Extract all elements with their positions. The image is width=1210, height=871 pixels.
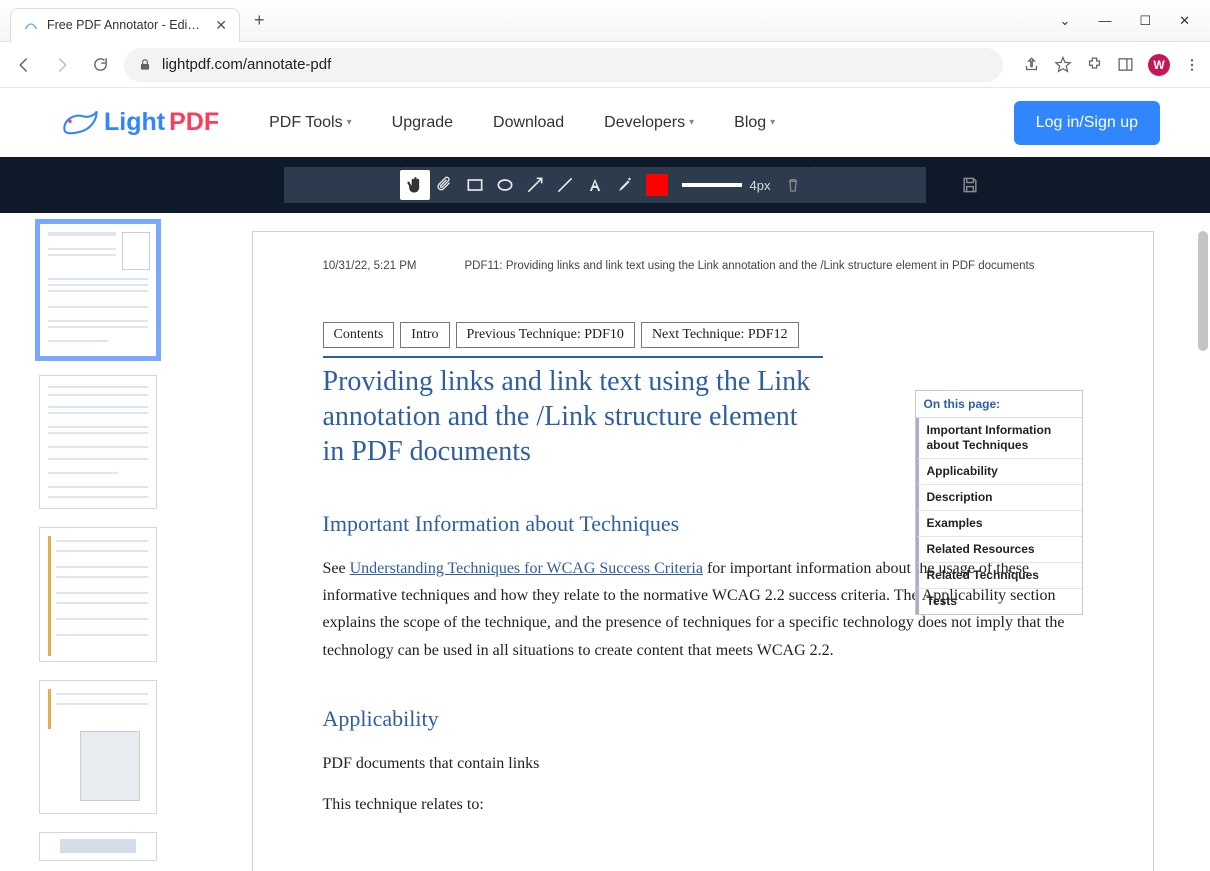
- nav-upgrade[interactable]: Upgrade: [392, 114, 453, 132]
- url-text: lightpdf.com/annotate-pdf: [162, 56, 331, 73]
- kebab-menu-icon[interactable]: [1184, 57, 1200, 73]
- page-timestamp: 10/31/22, 5:21 PM: [323, 260, 417, 272]
- table-of-contents: On this page: Important Information abou…: [915, 390, 1083, 615]
- color-picker[interactable]: [646, 174, 668, 196]
- save-button[interactable]: [960, 175, 980, 195]
- logo-text-pdf: PDF: [169, 108, 219, 137]
- nav-pdf-tools[interactable]: PDF Tools▾: [269, 114, 352, 132]
- paragraph: This technique relates to:: [323, 791, 1083, 818]
- nav-download[interactable]: Download: [493, 114, 564, 132]
- thumbnail-pane[interactable]: [0, 213, 195, 871]
- lock-icon: [138, 58, 152, 72]
- site-nav: PDF Tools▾ Upgrade Download Developers▾ …: [269, 114, 775, 132]
- ellipse-tool[interactable]: [490, 170, 520, 200]
- pdf-favicon: [23, 17, 39, 33]
- window-controls: ⌄ — ☐ ✕: [1060, 13, 1210, 29]
- paragraph: PDF documents that contain links: [323, 750, 1083, 777]
- address-bar[interactable]: lightpdf.com/annotate-pdf: [124, 48, 1003, 82]
- text-tool[interactable]: [580, 170, 610, 200]
- toc-item[interactable]: Examples: [916, 511, 1082, 537]
- browser-tab[interactable]: Free PDF Annotator - Edit, Con ✕: [10, 8, 240, 42]
- toc-item[interactable]: Related Resources: [916, 537, 1082, 563]
- new-tab-button[interactable]: +: [254, 10, 265, 31]
- rectangle-tool[interactable]: [460, 170, 490, 200]
- toc-item[interactable]: Important Information about Techniques: [916, 418, 1082, 459]
- doc-nav-contents[interactable]: Contents: [323, 322, 395, 348]
- line-tool[interactable]: [550, 170, 580, 200]
- doc-nav: Contents Intro Previous Technique: PDF10…: [323, 322, 1083, 348]
- share-icon[interactable]: [1023, 56, 1040, 73]
- stroke-width-label: 4px: [750, 178, 771, 193]
- delete-tool[interactable]: [784, 176, 802, 194]
- profile-avatar[interactable]: W: [1148, 54, 1170, 76]
- toc-heading: On this page:: [916, 391, 1082, 418]
- wcag-link[interactable]: Understanding Techniques for WCAG Succes…: [350, 560, 703, 577]
- scrollbar-thumb[interactable]: [1198, 231, 1208, 351]
- forward-button: [48, 51, 76, 79]
- nav-developers[interactable]: Developers▾: [604, 114, 694, 132]
- arrow-tool[interactable]: [520, 170, 550, 200]
- back-button[interactable]: [10, 51, 38, 79]
- tab-title: Free PDF Annotator - Edit, Con: [47, 18, 201, 32]
- page-thumbnail-4[interactable]: [39, 680, 157, 814]
- doc-title: Providing links and link text using the …: [323, 356, 823, 469]
- page-thumbnail-2[interactable]: [39, 375, 157, 509]
- reload-button[interactable]: [86, 51, 114, 79]
- page-thumbnail-1[interactable]: [39, 223, 157, 357]
- page-header-text: PDF11: Providing links and link text usi…: [416, 260, 1082, 272]
- bookmark-star-icon[interactable]: [1054, 56, 1072, 74]
- close-window-icon[interactable]: ✕: [1179, 13, 1190, 29]
- maximize-icon[interactable]: ☐: [1139, 13, 1151, 29]
- page-thumbnail-5[interactable]: [39, 832, 157, 861]
- site-header: LightPDF PDF Tools▾ Upgrade Download Dev…: [0, 88, 1210, 157]
- site-logo[interactable]: LightPDF: [60, 108, 219, 138]
- nav-blog[interactable]: Blog▾: [734, 114, 775, 132]
- login-button[interactable]: Log in/Sign up: [1014, 101, 1160, 145]
- toc-item[interactable]: Description: [916, 485, 1082, 511]
- close-tab-icon[interactable]: ✕: [215, 17, 227, 34]
- toc-item[interactable]: Related Techniques: [916, 563, 1082, 589]
- annotation-toolbar: 4px: [0, 157, 1210, 213]
- attach-tool[interactable]: [430, 170, 460, 200]
- hand-tool[interactable]: [400, 170, 430, 200]
- doc-nav-prev[interactable]: Previous Technique: PDF10: [456, 322, 635, 348]
- document-viewport[interactable]: 10/31/22, 5:21 PM PDF11: Providing links…: [195, 213, 1210, 871]
- chevron-down-icon[interactable]: ⌄: [1060, 13, 1071, 29]
- stroke-width-slider[interactable]: [682, 183, 742, 187]
- extensions-icon[interactable]: [1086, 56, 1103, 73]
- section-heading-applicability: Applicability: [323, 706, 1083, 732]
- toc-item[interactable]: Applicability: [916, 459, 1082, 485]
- toc-item[interactable]: Tests: [916, 589, 1082, 614]
- highlight-tool[interactable]: [610, 170, 640, 200]
- pdf-page: 10/31/22, 5:21 PM PDF11: Providing links…: [252, 231, 1154, 871]
- browser-toolbar: lightpdf.com/annotate-pdf W: [0, 42, 1210, 88]
- bird-icon: [60, 108, 100, 138]
- logo-text-light: Light: [104, 108, 165, 137]
- doc-nav-intro[interactable]: Intro: [400, 322, 449, 348]
- sidepanel-icon[interactable]: [1117, 56, 1134, 73]
- window-titlebar: Free PDF Annotator - Edit, Con ✕ + ⌄ — ☐…: [0, 0, 1210, 42]
- doc-nav-next[interactable]: Next Technique: PDF12: [641, 322, 799, 348]
- page-thumbnail-3[interactable]: [39, 527, 157, 661]
- workspace: 10/31/22, 5:21 PM PDF11: Providing links…: [0, 213, 1210, 871]
- chevron-down-icon: ▾: [689, 117, 694, 128]
- minimize-icon[interactable]: —: [1098, 13, 1111, 29]
- chevron-down-icon: ▾: [347, 117, 352, 128]
- chevron-down-icon: ▾: [770, 117, 775, 128]
